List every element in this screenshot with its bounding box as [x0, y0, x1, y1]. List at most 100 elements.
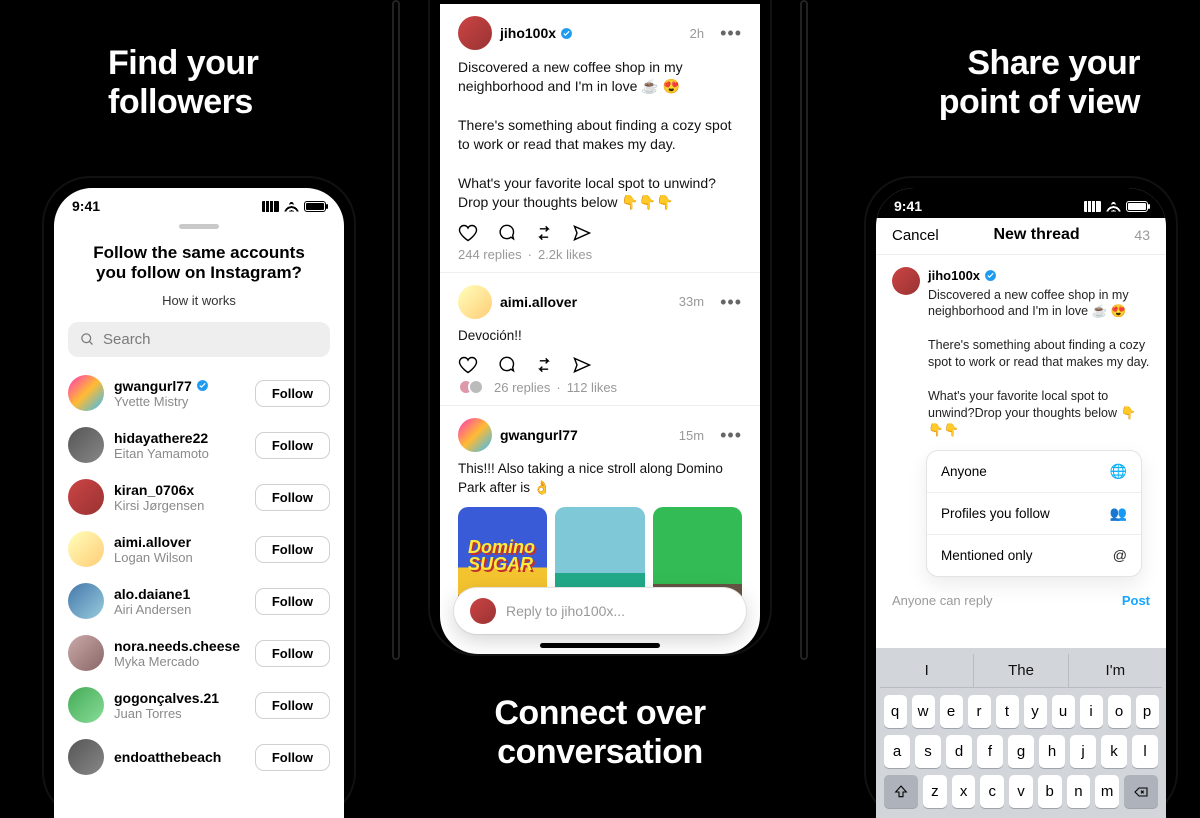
- user-row[interactable]: alo.daiane1Airi AndersenFollow: [54, 575, 344, 627]
- key-e[interactable]: e: [940, 695, 963, 728]
- username[interactable]: jiho100x: [500, 25, 573, 41]
- post-button[interactable]: Post: [1122, 593, 1150, 608]
- backspace-key[interactable]: [1124, 775, 1158, 808]
- search-input[interactable]: Search: [68, 322, 330, 357]
- reply-audience-hint[interactable]: Anyone can reply: [892, 593, 992, 608]
- key-n[interactable]: n: [1067, 775, 1091, 808]
- composer-text[interactable]: Discovered a new coffee shop in my neigh…: [928, 287, 1150, 439]
- follow-button[interactable]: Follow: [255, 484, 330, 511]
- audience-option[interactable]: Profiles you follow👥: [927, 493, 1141, 535]
- key-a[interactable]: a: [884, 735, 910, 768]
- avatar[interactable]: [68, 583, 104, 619]
- follow-button[interactable]: Follow: [255, 744, 330, 771]
- post-meta[interactable]: 244 replies·2.2k likes: [458, 247, 742, 262]
- user-row[interactable]: endoatthebeach Follow: [54, 731, 344, 783]
- avatar[interactable]: [458, 285, 492, 319]
- audience-option[interactable]: Mentioned only@: [927, 535, 1141, 576]
- keyboard[interactable]: ITheI'm qwertyuiop asdfghjkl zxcvbnm: [876, 648, 1166, 818]
- username[interactable]: alo.daiane1: [114, 586, 245, 602]
- avatar[interactable]: [68, 739, 104, 775]
- cancel-button[interactable]: Cancel: [892, 227, 939, 244]
- avatar[interactable]: [458, 16, 492, 50]
- follow-button[interactable]: Follow: [255, 640, 330, 667]
- thread-post[interactable]: jiho100x 2h ••• Discovered a new coffee …: [440, 4, 760, 273]
- key-l[interactable]: l: [1132, 735, 1158, 768]
- key-z[interactable]: z: [923, 775, 947, 808]
- user-row[interactable]: aimi.alloverLogan WilsonFollow: [54, 523, 344, 575]
- key-p[interactable]: p: [1136, 695, 1159, 728]
- key-s[interactable]: s: [915, 735, 941, 768]
- repost-icon[interactable]: [534, 223, 554, 243]
- key-x[interactable]: x: [952, 775, 976, 808]
- key-t[interactable]: t: [996, 695, 1019, 728]
- like-icon[interactable]: [458, 223, 478, 243]
- how-it-works-link[interactable]: How it works: [54, 293, 344, 308]
- avatar[interactable]: [68, 427, 104, 463]
- user-row[interactable]: nora.needs.cheeseMyka MercadoFollow: [54, 627, 344, 679]
- key-g[interactable]: g: [1008, 735, 1034, 768]
- key-y[interactable]: y: [1024, 695, 1047, 728]
- user-row[interactable]: kiran_0706xKirsi JørgensenFollow: [54, 471, 344, 523]
- post-meta[interactable]: 26 replies·112 likes: [458, 379, 742, 395]
- key-j[interactable]: j: [1070, 735, 1096, 768]
- follow-button[interactable]: Follow: [255, 536, 330, 563]
- username[interactable]: nora.needs.cheese: [114, 638, 245, 654]
- username: jiho100x: [928, 267, 1150, 285]
- key-i[interactable]: i: [1080, 695, 1103, 728]
- comment-icon[interactable]: [496, 355, 516, 375]
- more-button[interactable]: •••: [720, 297, 742, 307]
- username[interactable]: hidayathere22: [114, 430, 245, 446]
- home-indicator[interactable]: [540, 643, 660, 648]
- avatar[interactable]: [68, 375, 104, 411]
- follow-button[interactable]: Follow: [255, 432, 330, 459]
- key-f[interactable]: f: [977, 735, 1003, 768]
- username[interactable]: aimi.allover: [114, 534, 245, 550]
- key-b[interactable]: b: [1038, 775, 1062, 808]
- sheet-handle[interactable]: [179, 224, 219, 229]
- avatar[interactable]: [458, 418, 492, 452]
- key-m[interactable]: m: [1095, 775, 1119, 808]
- username[interactable]: aimi.allover: [500, 294, 577, 310]
- avatar[interactable]: [68, 687, 104, 723]
- reply-input[interactable]: Reply to jiho100x...: [454, 588, 746, 634]
- user-row[interactable]: gwangurl77Yvette MistryFollow: [54, 367, 344, 419]
- follow-button[interactable]: Follow: [255, 692, 330, 719]
- user-row[interactable]: gogonçalves.21Juan TorresFollow: [54, 679, 344, 731]
- key-c[interactable]: c: [980, 775, 1004, 808]
- thread-reply[interactable]: aimi.allover 33m ••• Devoción!! 26 repli…: [440, 273, 760, 407]
- suggestion[interactable]: The: [973, 654, 1067, 687]
- username[interactable]: kiran_0706x: [114, 482, 245, 498]
- repost-icon[interactable]: [534, 355, 554, 375]
- audience-option[interactable]: Anyone🌐: [927, 451, 1141, 493]
- more-button[interactable]: •••: [720, 28, 742, 38]
- follow-button[interactable]: Follow: [255, 380, 330, 407]
- comment-icon[interactable]: [496, 223, 516, 243]
- username[interactable]: gwangurl77: [114, 378, 245, 394]
- key-d[interactable]: d: [946, 735, 972, 768]
- username[interactable]: gwangurl77: [500, 427, 578, 443]
- user-row[interactable]: hidayathere22Eitan YamamotoFollow: [54, 419, 344, 471]
- share-icon[interactable]: [572, 355, 592, 375]
- username[interactable]: gogonçalves.21: [114, 690, 245, 706]
- key-w[interactable]: w: [912, 695, 935, 728]
- key-h[interactable]: h: [1039, 735, 1065, 768]
- key-k[interactable]: k: [1101, 735, 1127, 768]
- key-o[interactable]: o: [1108, 695, 1131, 728]
- more-button[interactable]: •••: [720, 430, 742, 440]
- username[interactable]: endoatthebeach: [114, 749, 245, 765]
- follow-button[interactable]: Follow: [255, 588, 330, 615]
- audience-menu: Anyone🌐Profiles you follow👥Mentioned onl…: [926, 450, 1142, 577]
- suggestion[interactable]: I'm: [1068, 654, 1162, 687]
- avatar[interactable]: [68, 635, 104, 671]
- avatar[interactable]: [68, 479, 104, 515]
- share-icon[interactable]: [572, 223, 592, 243]
- key-r[interactable]: r: [968, 695, 991, 728]
- suggestion[interactable]: I: [880, 654, 973, 687]
- key-q[interactable]: q: [884, 695, 907, 728]
- shift-key[interactable]: [884, 775, 918, 808]
- composer-body[interactable]: jiho100x Discovered a new coffee shop in…: [876, 255, 1166, 583]
- key-v[interactable]: v: [1009, 775, 1033, 808]
- avatar[interactable]: [68, 531, 104, 567]
- like-icon[interactable]: [458, 355, 478, 375]
- key-u[interactable]: u: [1052, 695, 1075, 728]
